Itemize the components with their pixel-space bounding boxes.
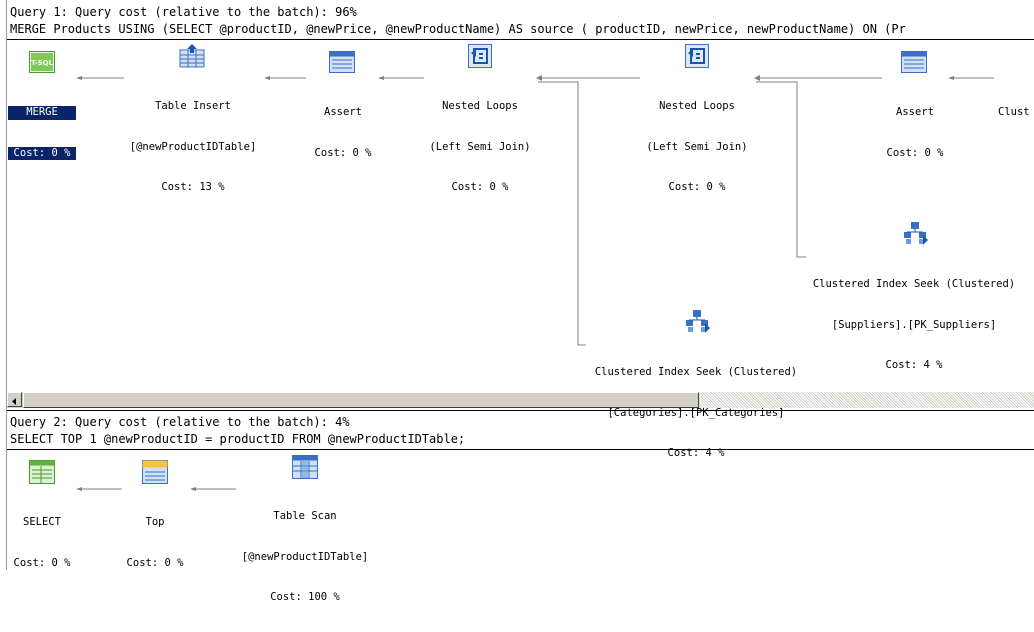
nested-loops-icon[interactable] xyxy=(468,44,492,72)
node-label: Table Scan xyxy=(273,510,337,522)
scroll-left-button[interactable] xyxy=(7,392,22,407)
node-cost: Cost: 0 % xyxy=(668,181,726,193)
node-label: Nested Loops xyxy=(442,100,518,112)
node-label: Assert xyxy=(896,106,934,118)
assert-node-2[interactable]: Assert Cost: 0 % xyxy=(878,79,952,187)
arrow-categories-seek-to-loops1 xyxy=(538,81,586,346)
t-sql-icon[interactable]: T-SQL xyxy=(29,51,55,77)
node-label: Clustered Index Seek (Clustered) xyxy=(594,366,798,378)
node-cost: Cost: 0 % xyxy=(13,556,71,569)
arrow-left-icon xyxy=(12,398,16,405)
node-object: [Categories].[PK_Categories] xyxy=(607,406,785,419)
select-icon[interactable] xyxy=(29,460,55,488)
clustered-index-seek-suppliers-node[interactable]: Clustered Index Seek (Clustered) [Suppli… xyxy=(806,251,1022,400)
table-scan-node[interactable]: Table Scan [@newProductIDTable] Cost: 10… xyxy=(232,483,378,632)
horizontal-scrollbar[interactable] xyxy=(7,392,1034,408)
node-label: SELECT xyxy=(23,516,61,528)
merge-node-label: MERGE xyxy=(8,106,76,120)
clustered-index-seek-icon[interactable] xyxy=(684,309,710,337)
merge-node[interactable]: MERGE Cost: 0 % xyxy=(8,79,76,187)
node-cost: Cost: 100 % xyxy=(270,591,340,603)
select-node[interactable]: SELECT Cost: 0 % xyxy=(8,489,76,597)
top-node[interactable]: Top Cost: 0 % xyxy=(120,489,190,597)
node-cost: Cost: 0 % xyxy=(886,146,944,159)
node-label: Clustered Index Seek (Clustered) xyxy=(812,278,1016,290)
table-scan-icon[interactable] xyxy=(292,455,318,483)
query2-header: Query 2: Query cost (relative to the bat… xyxy=(10,415,350,429)
nested-loops-node-1[interactable]: Nested Loops (Left Semi Join) Cost: 0 % xyxy=(420,73,540,222)
assert-icon[interactable] xyxy=(901,51,927,77)
node-label: Nested Loops xyxy=(659,100,735,112)
clustered-index-seek-categories-node[interactable]: Clustered Index Seek (Clustered) [Catego… xyxy=(588,339,804,488)
query2-statement: SELECT TOP 1 @newProductID = productID F… xyxy=(10,432,466,446)
svg-text:T-SQL: T-SQL xyxy=(31,59,54,67)
query2-top-separator xyxy=(7,410,1034,411)
assert-icon[interactable] xyxy=(329,51,355,77)
execution-plan-pane: Query 1: Query cost (relative to the bat… xyxy=(0,0,1034,603)
clustered-node-partial[interactable]: Clust xyxy=(998,79,1034,147)
node-label: Top xyxy=(145,516,165,528)
merge-node-cost: Cost: 0 % xyxy=(8,146,76,160)
table-insert-icon[interactable] xyxy=(179,44,205,72)
table-insert-node[interactable]: Table Insert [@newProductIDTable] Cost: … xyxy=(118,73,268,222)
node-cost: Cost: 0 % xyxy=(451,181,509,193)
node-cost: Cost: 0 % xyxy=(314,146,372,159)
node-cost: Cost: 13 % xyxy=(161,181,225,193)
node-label: Clust xyxy=(998,106,1030,118)
node-join-type: (Left Semi Join) xyxy=(429,140,531,153)
node-join-type: (Left Semi Join) xyxy=(646,140,748,153)
node-object: [@newProductIDTable] xyxy=(129,140,257,153)
node-label: Table Insert xyxy=(155,100,231,112)
top-icon[interactable] xyxy=(142,460,168,488)
nested-loops-icon[interactable] xyxy=(685,44,709,72)
nested-loops-node-2[interactable]: Nested Loops (Left Semi Join) Cost: 0 % xyxy=(637,73,757,222)
assert-node[interactable]: Assert Cost: 0 % xyxy=(306,79,380,187)
scrollbar-thumb[interactable] xyxy=(23,392,699,408)
node-label: Assert xyxy=(324,106,362,118)
node-cost: Cost: 0 % xyxy=(126,556,184,569)
node-object: [Suppliers].[PK_Suppliers] xyxy=(831,318,997,331)
node-object: [@newProductIDTable] xyxy=(241,550,369,563)
node-cost: Cost: 4 % xyxy=(885,359,943,371)
arrow-suppliers-seek-to-loops2 xyxy=(756,81,806,258)
clustered-index-seek-icon[interactable] xyxy=(902,221,928,249)
